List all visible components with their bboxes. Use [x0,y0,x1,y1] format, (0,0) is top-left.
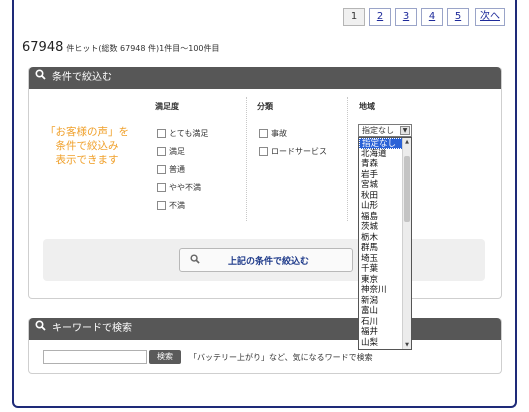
keyword-panel-title: キーワードで検索 [52,323,132,334]
option-label: やや不満 [169,183,201,192]
satisfaction-title: 満足度 [155,102,179,111]
promo-line: 表示できます [55,154,119,166]
column-divider [347,97,348,221]
region-option[interactable]: 福井 [359,327,403,338]
region-option[interactable]: 栃木 [359,233,403,244]
result-count: 67948 件ヒット(総数 67948 件)1件目～100件目 [22,40,220,55]
checkbox[interactable] [157,129,166,138]
category-option[interactable]: ロードサービス [259,146,327,157]
option-label: 事故 [271,129,287,138]
region-option[interactable]: 指定なし [359,138,403,149]
page-3[interactable]: 3 [395,8,417,26]
scrollbar-thumb[interactable] [404,156,410,222]
region-option[interactable]: 埼玉 [359,254,403,265]
apply-filter-label: 上記の条件で絞込む [228,256,310,267]
region-option[interactable]: 岩手 [359,170,403,181]
filter-panel: 条件で絞込む 「お客様の声」を 条件で絞込み 表示できます 満足度 とても満足 … [28,67,502,299]
satisfaction-option[interactable]: やや不満 [157,182,201,193]
region-select[interactable]: 指定なし ▼ [358,124,412,137]
option-label: 不満 [169,201,185,210]
region-option[interactable]: 石川 [359,317,403,328]
region-option[interactable]: 富山 [359,306,403,317]
checkbox[interactable] [157,165,166,174]
scroll-up-icon[interactable]: ▲ [403,138,411,146]
option-label: 普通 [169,165,185,174]
checkbox[interactable] [157,147,166,156]
checkbox[interactable] [157,201,166,210]
region-option[interactable]: 青森 [359,159,403,170]
region-dropdown-list[interactable]: 指定なし 北海道 青森 岩手 宮城 秋田 山形 福島 茨城 栃木 群馬 埼玉 千葉 東京 神奈川 新潟 富山 石川… [358,137,412,350]
region-option[interactable]: 群馬 [359,243,403,254]
page-5[interactable]: 5 [447,8,469,26]
keyword-input[interactable] [43,350,147,364]
keyword-hint: 「バッテリー上がり」など、気になるワードで検索 [189,353,373,362]
chevron-down-icon[interactable]: ▼ [400,126,410,135]
region-select-value: 指定なし [362,126,394,135]
region-option[interactable]: 神奈川 [359,285,403,296]
category-option[interactable]: 事故 [259,128,287,139]
category-title: 分類 [257,102,273,111]
submit-area: 上記の条件で絞込む [43,239,485,281]
promo-line: 「お客様の声」を [45,126,129,138]
region-option[interactable]: 山形 [359,201,403,212]
satisfaction-option[interactable]: とても満足 [157,128,208,139]
filter-panel-header: 条件で絞込む [29,67,501,89]
region-option[interactable]: 新潟 [359,296,403,307]
page-2[interactable]: 2 [369,8,391,26]
page-1[interactable]: 1 [343,8,365,26]
region-option[interactable]: 福島 [359,212,403,223]
scroll-down-icon[interactable]: ▼ [403,341,411,349]
column-divider [246,97,247,221]
apply-filter-button[interactable]: 上記の条件で絞込む [179,248,353,272]
region-title: 地域 [359,102,375,111]
satisfaction-option[interactable]: 普通 [157,164,185,175]
option-label: ロードサービス [271,147,327,156]
search-icon [190,253,200,267]
checkbox[interactable] [157,183,166,192]
search-icon [35,67,46,89]
pagination: 1 2 3 4 5 次へ [343,8,505,26]
scrollbar[interactable]: ▲ ▼ [402,138,411,349]
region-option[interactable]: 山梨 [359,338,403,349]
checkbox[interactable] [259,147,268,156]
promo-line: 条件で絞込み [55,140,119,152]
region-option[interactable]: 秋田 [359,191,403,202]
search-icon [35,318,46,340]
satisfaction-option[interactable]: 満足 [157,146,185,157]
keyword-panel-header: キーワードで検索 [29,318,501,340]
keyword-search-button[interactable]: 検索 [149,350,181,364]
filter-panel-title: 条件で絞込む [52,72,112,83]
region-option[interactable]: 茨城 [359,222,403,233]
region-option[interactable]: 東京 [359,275,403,286]
satisfaction-option[interactable]: 不満 [157,200,185,211]
region-option[interactable]: 千葉 [359,264,403,275]
page-4[interactable]: 4 [421,8,443,26]
option-label: 満足 [169,147,185,156]
region-option[interactable]: 北海道 [359,149,403,160]
promo-text: 「お客様の声」を 条件で絞込み 表示できます [37,125,137,167]
option-label: とても満足 [169,129,209,138]
hit-count: 67948 [22,40,64,55]
next-page-link[interactable]: 次へ [475,8,505,26]
checkbox[interactable] [259,129,268,138]
hit-summary: 件ヒット(総数 67948 件)1件目～100件目 [66,44,220,53]
region-option[interactable]: 宮城 [359,180,403,191]
keyword-panel: キーワードで検索 検索 「バッテリー上がり」など、気になるワードで検索 [28,318,502,374]
